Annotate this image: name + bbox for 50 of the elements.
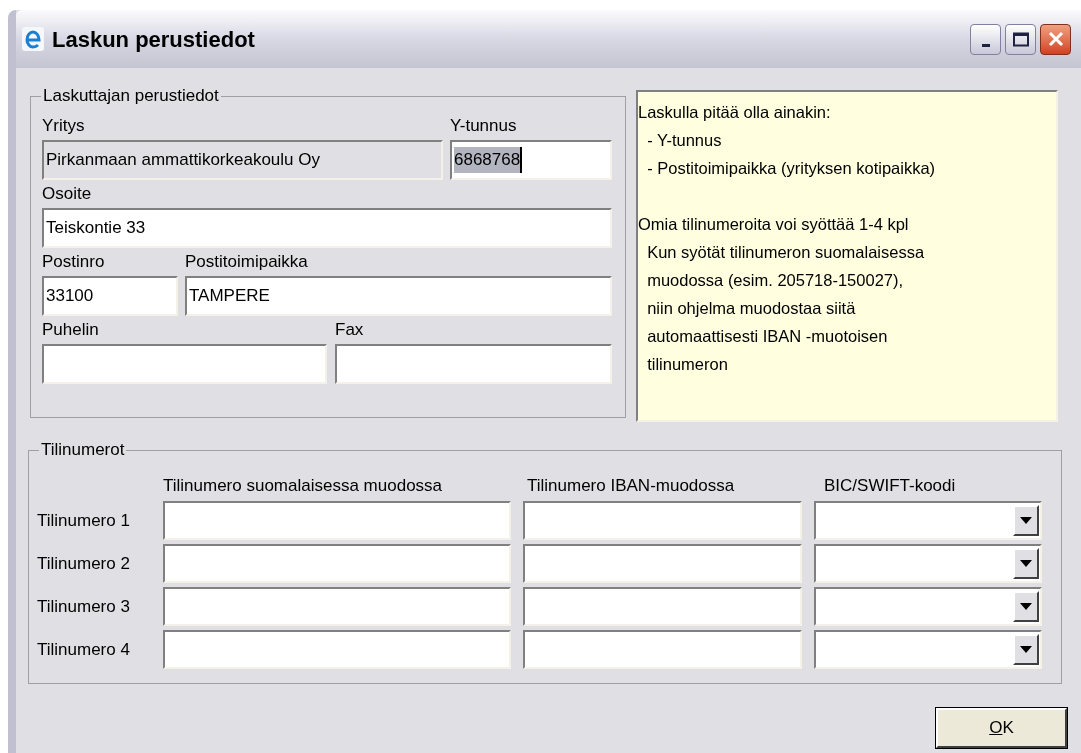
row-label: Tilinumero 1 [37,509,131,532]
input-field[interactable] [335,344,612,384]
window-title: Laskun perustiedot [52,25,255,54]
input-field[interactable] [523,501,802,540]
field-label: Osoite [42,183,93,205]
close-button[interactable] [1040,23,1071,55]
input-field[interactable] [163,501,511,540]
input-field[interactable] [42,344,327,384]
input-field[interactable] [163,587,511,626]
column-header: Tilinumero suomalaisessa muodossa [163,475,444,498]
info-text: Laskulla pitää olla ainakin: [638,102,832,123]
ok-button[interactable]: OK [936,708,1067,748]
row-label: Tilinumero 3 [37,595,131,618]
input-field[interactable]: Teiskontie 33 [42,208,612,248]
input-field[interactable] [523,630,802,669]
dropdown-field[interactable] [814,501,1042,540]
field-label: Fax [335,319,365,341]
maximize-button[interactable] [1005,23,1036,55]
input-field[interactable] [163,630,511,669]
info-text: Kun syötät tilinumeron suomalaisessa [646,242,926,263]
row-label: Tilinumero 4 [37,638,131,661]
maximize-icon [1012,31,1029,47]
info-text: - Y-tunnus [646,130,723,151]
field-label: Postitoimipaikka [185,251,309,273]
field-label: Yritys [42,115,86,137]
dropdown-field[interactable] [814,587,1042,626]
info-text: - Postitoimipaikka (yrityksen kotipaikka) [646,158,937,179]
column-header: BIC/SWIFT-koodi [823,475,957,498]
field-label: Y-tunnus [450,115,518,137]
app-logo-icon [22,27,44,51]
field-label: Puhelin [42,319,100,341]
close-icon [1047,31,1064,47]
info-text: automaattisesti IBAN -muotoisen [646,326,889,347]
info-text: Omia tilinumeroita voi syöttää 1-4 kpl [638,214,910,235]
info-text: niin ohjelma muodostaa siitä [646,298,857,319]
row-label: Tilinumero 2 [37,552,131,575]
field-label: Postinro [42,251,106,273]
dropdown-field[interactable] [814,544,1042,583]
input-field[interactable] [163,544,511,583]
info-text: muodossa (esim. 205718-150027), [646,270,905,291]
info-text: tilinumeron [646,354,729,375]
input-field[interactable]: TAMPERE [185,276,612,316]
dropdown-field[interactable] [814,630,1042,669]
column-header: Tilinumero IBAN-muodossa [526,475,736,498]
input-field[interactable] [523,544,802,583]
input-field[interactable]: 33100 [42,276,178,316]
minimize-button[interactable] [970,23,1001,55]
input-field[interactable]: 6868768 [450,140,612,180]
input-field[interactable] [523,587,802,626]
minimize-icon [981,43,990,47]
